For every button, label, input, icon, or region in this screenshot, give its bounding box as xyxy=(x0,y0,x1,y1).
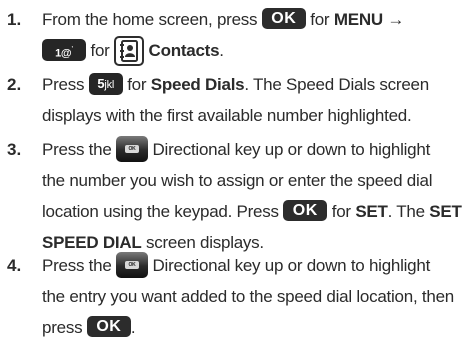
step-number: 4. xyxy=(7,256,22,275)
step-text: From the home screen, press OK for MENU … xyxy=(42,4,462,66)
ok-key-icon: OK xyxy=(86,316,131,338)
contacts-book-icon xyxy=(114,35,145,66)
step-text: Press the OK Directional key up or down … xyxy=(42,134,462,258)
directional-ok-key-icon: OK xyxy=(116,135,149,162)
step-number: 3. xyxy=(7,140,22,159)
step-number: 1. xyxy=(7,10,22,29)
instruction-document: 1. From the home screen, press OK for ME… xyxy=(0,0,464,348)
one-key-icon: 1@’ xyxy=(42,38,86,61)
ok-key-icon: OK xyxy=(283,200,328,222)
step-text: Press 5jkl for Speed Dials. The Speed Di… xyxy=(42,69,462,131)
step-text: Press the OK Directional key up or down … xyxy=(42,250,462,343)
ok-key-icon: OK xyxy=(261,8,306,30)
directional-ok-key-icon: OK xyxy=(116,251,149,278)
five-key-icon: 5jkl xyxy=(88,72,123,95)
step-number: 2. xyxy=(7,75,22,94)
